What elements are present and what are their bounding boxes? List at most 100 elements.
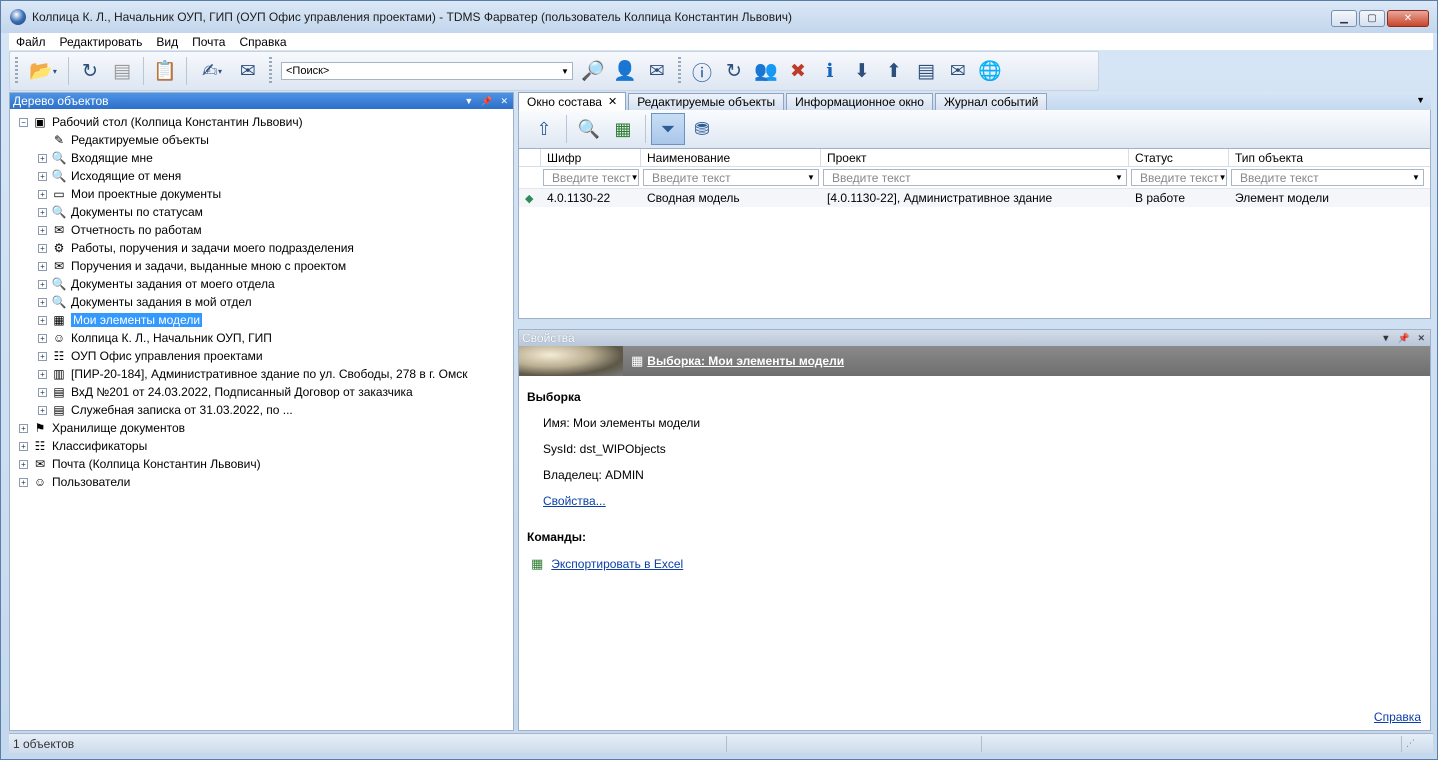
- expand-icon[interactable]: +: [38, 171, 47, 181]
- maximize-button[interactable]: ▢: [1359, 10, 1385, 27]
- expand-icon[interactable]: +: [38, 261, 47, 271]
- collapse-icon[interactable]: −: [19, 117, 28, 127]
- export-excel-link[interactable]: Экспортировать в Excel: [551, 557, 683, 571]
- tree-node[interactable]: + ✉ Отчетность по работам: [10, 221, 513, 239]
- mail-search-icon[interactable]: ✉: [641, 55, 673, 87]
- filter-project[interactable]: Введите текст ▼: [823, 169, 1127, 186]
- clipboard-icon[interactable]: 📋: [149, 55, 181, 87]
- panel-close-icon[interactable]: ✕: [500, 96, 508, 107]
- menu-file[interactable]: Файл: [9, 35, 53, 49]
- panel-close-icon[interactable]: ✕: [1417, 333, 1425, 344]
- column-header-name[interactable]: Наименование: [641, 149, 821, 166]
- pin-icon[interactable]: 📌: [1398, 333, 1409, 344]
- expand-icon[interactable]: +: [38, 387, 47, 397]
- tree-node[interactable]: + 🔍 Документы по статусам: [10, 203, 513, 221]
- column-header-type[interactable]: Тип объекта: [1229, 149, 1430, 166]
- filter-name[interactable]: Введите текст ▼: [643, 169, 819, 186]
- chevron-down-icon[interactable]: ▼: [804, 173, 818, 182]
- column-header-code[interactable]: Шифр: [541, 149, 641, 166]
- refresh-icon[interactable]: ↻: [74, 55, 106, 87]
- tree-node[interactable]: + ▤ ВхД №201 от 24.03.2022, Подписанный До…: [10, 383, 513, 401]
- toolbar-grip[interactable]: [269, 57, 272, 85]
- tabs-menu-icon[interactable]: ▼: [1416, 95, 1425, 105]
- chevron-down-icon[interactable]: ▼: [1219, 173, 1226, 182]
- clear-filter-icon[interactable]: ⛃: [685, 113, 719, 145]
- tree-node[interactable]: + ▤ Служебная записка от 31.03.2022, по ..…: [10, 401, 513, 419]
- expand-icon[interactable]: +: [38, 315, 47, 325]
- tab-edited-objects[interactable]: Редактируемые объекты: [628, 93, 785, 110]
- close-button[interactable]: ✕: [1387, 10, 1429, 27]
- info-icon[interactable]: ℹ: [814, 55, 846, 87]
- tree-node[interactable]: + ▦ Мои элементы модели: [10, 311, 513, 329]
- tree-node[interactable]: + ▭ Мои проектные документы: [10, 185, 513, 203]
- chevron-down-icon[interactable]: ▼: [558, 63, 572, 79]
- minimize-button[interactable]: ▁: [1331, 10, 1357, 27]
- toolbar-grip[interactable]: [678, 57, 681, 85]
- expand-icon[interactable]: +: [38, 279, 47, 289]
- form-icon[interactable]: ▤: [106, 55, 138, 87]
- tree-node[interactable]: + 🔍 Документы задания от моего отдела: [10, 275, 513, 293]
- expand-icon[interactable]: +: [19, 459, 28, 469]
- upload-icon[interactable]: ⬆: [878, 55, 910, 87]
- export-excel-icon[interactable]: ▦: [606, 113, 640, 145]
- tree-node[interactable]: + 🔍 Входящие мне: [10, 149, 513, 167]
- tab-composition[interactable]: Окно состава ✕: [518, 92, 627, 110]
- tree-node[interactable]: + ✉ Поручения и задачи, выданные мною с пр…: [10, 257, 513, 275]
- folder-search-icon[interactable]: 🔎: [577, 55, 609, 87]
- tab-event-log[interactable]: Журнал событий: [934, 93, 1048, 110]
- expand-icon[interactable]: +: [38, 153, 47, 163]
- tree-node[interactable]: − ▣ Рабочий стол (Колпица Константин Львов…: [10, 113, 513, 131]
- download-icon[interactable]: ⬇: [846, 55, 878, 87]
- selection-link[interactable]: ▦ Выборка: Мои элементы модели: [631, 353, 844, 369]
- expand-icon[interactable]: +: [38, 405, 47, 415]
- expand-icon[interactable]: +: [19, 477, 28, 487]
- expand-icon[interactable]: +: [38, 243, 47, 253]
- filter-code[interactable]: Введите текст ▼: [543, 169, 639, 186]
- user-search-icon[interactable]: 👤: [609, 55, 641, 87]
- expand-icon[interactable]: +: [38, 207, 47, 217]
- column-header-status[interactable]: Статус: [1129, 149, 1229, 166]
- create-object-icon[interactable]: 📂 ▾: [23, 55, 63, 87]
- menu-view[interactable]: Вид: [149, 35, 185, 49]
- tree-node[interactable]: + ☷ ОУП Офис управления проектами: [10, 347, 513, 365]
- panel-menu-icon[interactable]: ▼: [464, 96, 473, 107]
- chevron-down-icon[interactable]: ▼: [1112, 173, 1126, 182]
- expand-icon[interactable]: +: [19, 441, 28, 451]
- table-row[interactable]: ◆ 4.0.1130-22 Сводная модель [4.0.1130-2…: [519, 189, 1430, 207]
- tree-node[interactable]: + ⚙ Работы, поручения и задачи моего подра…: [10, 239, 513, 257]
- users-sync-icon[interactable]: 👥: [750, 55, 782, 87]
- expand-icon[interactable]: +: [38, 333, 47, 343]
- expand-icon[interactable]: +: [19, 423, 28, 433]
- tab-close-icon[interactable]: ✕: [608, 95, 617, 108]
- expand-icon[interactable]: +: [38, 369, 47, 379]
- search-combo[interactable]: <Поиск> ▼: [281, 62, 573, 80]
- tree-node[interactable]: + ☺ Пользователи: [10, 473, 513, 491]
- up-level-icon[interactable]: ⇧: [527, 113, 561, 145]
- column-header-project[interactable]: Проект: [821, 149, 1129, 166]
- menu-mail[interactable]: Почта: [185, 35, 232, 49]
- help-link[interactable]: Справка: [1374, 710, 1421, 724]
- globe-icon[interactable]: 🌐: [974, 55, 1006, 87]
- expand-icon[interactable]: +: [38, 189, 47, 199]
- resize-grip-icon[interactable]: ⋰: [1402, 736, 1422, 752]
- pin-icon[interactable]: 📌: [481, 96, 492, 107]
- menu-edit[interactable]: Редактировать: [53, 35, 150, 49]
- disconnect-icon[interactable]: ✖: [782, 55, 814, 87]
- filter-icon[interactable]: ⏷: [651, 113, 685, 145]
- tree-node[interactable]: ✎ Редактируемые объекты: [10, 131, 513, 149]
- filter-status[interactable]: Введите текст ▼: [1131, 169, 1227, 186]
- tree-node[interactable]: + 🔍 Документы задания в мой отдел: [10, 293, 513, 311]
- tree-node[interactable]: + 🔍 Исходящие от меня: [10, 167, 513, 185]
- toolbar-grip[interactable]: [15, 57, 18, 85]
- tree-node[interactable]: + ☷ Классификаторы: [10, 437, 513, 455]
- send-mail-icon[interactable]: ✉: [232, 55, 264, 87]
- expand-icon[interactable]: +: [38, 297, 47, 307]
- message-icon[interactable]: ▤: [910, 55, 942, 87]
- tree-node[interactable]: + ✉ Почта (Колпица Константин Львович): [10, 455, 513, 473]
- sign-document-icon[interactable]: ✍ ▾: [192, 55, 232, 87]
- panel-menu-icon[interactable]: ▼: [1381, 333, 1390, 344]
- expand-icon[interactable]: +: [38, 225, 47, 235]
- tree-search-icon[interactable]: 🔍: [572, 113, 606, 145]
- tree-node[interactable]: + ⚑ Хранилище документов: [10, 419, 513, 437]
- tree-node[interactable]: + ▥ [ПИР-20-184], Административное здание …: [10, 365, 513, 383]
